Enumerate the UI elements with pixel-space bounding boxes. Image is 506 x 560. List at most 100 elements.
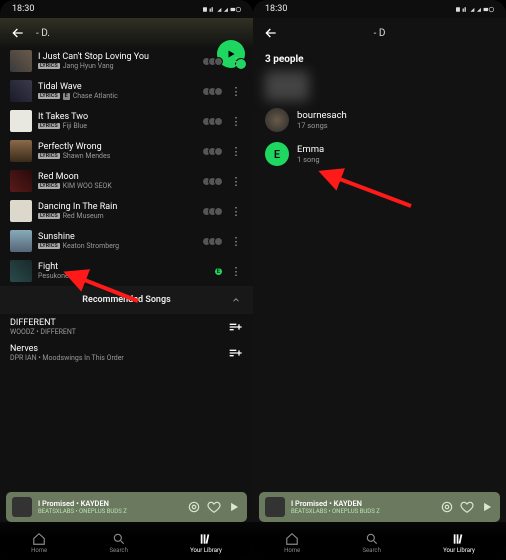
now-playing-art <box>265 497 285 517</box>
album-art <box>10 50 32 72</box>
nav-home[interactable]: Home <box>284 532 300 554</box>
explicit-badge: E <box>63 93 70 100</box>
track-row[interactable]: Dancing In The Rain LYRICS Red Museum ⋮ <box>0 196 253 226</box>
rec-title: Nerves <box>10 344 124 354</box>
now-playing-art <box>12 497 32 517</box>
track-title: Perfectly Wrong <box>38 142 199 152</box>
playlist-title: - D. <box>36 28 243 39</box>
album-art <box>10 230 32 252</box>
more-icon[interactable]: ⋮ <box>229 235 243 248</box>
nav-search[interactable]: Search <box>362 532 380 554</box>
status-bar: 18:30 <box>253 0 506 18</box>
nav-home[interactable]: Home <box>31 532 47 554</box>
track-title: It Takes Two <box>38 112 199 122</box>
person-avatar: E <box>265 142 289 166</box>
contributor-avatars <box>205 87 223 96</box>
track-meta: Pesukone <box>38 272 211 280</box>
person-row[interactable] <box>253 69 506 103</box>
track-title: Sunshine <box>38 232 199 242</box>
more-icon[interactable]: ⋮ <box>229 205 243 218</box>
album-art <box>10 140 32 162</box>
album-art <box>10 110 32 132</box>
now-playing-device: BEATSXLABS • ONEPLUS BUDS Z <box>291 508 434 515</box>
person-avatar <box>265 71 309 101</box>
modal-title: - D <box>289 28 470 39</box>
track-title: Tidal Wave <box>38 82 199 92</box>
lyrics-badge: LYRICS <box>38 183 60 189</box>
back-icon[interactable] <box>10 25 26 41</box>
track-title: Dancing In The Rain <box>38 202 199 212</box>
track-row[interactable]: Sunshine LYRICS Keaton Stromberg ⋮ <box>0 226 253 256</box>
track-row[interactable]: Perfectly Wrong LYRICS Shawn Mendes ⋮ <box>0 136 253 166</box>
nav-search[interactable]: Search <box>109 532 127 554</box>
status-icons <box>456 5 494 14</box>
lyrics-badge: LYRICS <box>38 213 60 219</box>
recommended-row[interactable]: DIFFERENT WOODZ • DIFFERENT <box>0 314 253 340</box>
track-title: I Just Can't Stop Loving You <box>38 52 199 62</box>
more-icon[interactable]: ⋮ <box>229 175 243 188</box>
now-playing-bar[interactable]: I Promised • KAYDEN BEATSXLABS • ONEPLUS… <box>6 492 247 522</box>
devices-icon[interactable] <box>440 500 454 514</box>
nav-library[interactable]: Your Library <box>190 532 222 554</box>
album-art <box>10 170 32 192</box>
more-icon[interactable]: ⋮ <box>229 115 243 128</box>
bottom-nav: Home Search Your Library <box>0 522 253 560</box>
nav-label: Your Library <box>190 547 222 554</box>
contributor-avatars <box>205 117 223 126</box>
track-row[interactable]: Fight Pesukone E ⋮ <box>0 256 253 286</box>
rec-sub: DPR IAN • Moodswings In This Order <box>10 354 124 362</box>
add-to-queue-icon[interactable] <box>227 345 243 361</box>
lyrics-badge: LYRICS <box>38 153 60 159</box>
annotation-arrow <box>329 172 419 212</box>
recommended-title: Recommended Songs <box>82 295 170 305</box>
contributor-avatars <box>205 177 223 186</box>
album-art <box>10 80 32 102</box>
bottom-nav: Home Search Your Library <box>253 522 506 560</box>
rec-title: DIFFERENT <box>10 318 76 328</box>
play-icon[interactable] <box>480 500 494 514</box>
nav-label: Home <box>31 547 47 554</box>
nav-label: Search <box>362 547 380 554</box>
person-sub: 1 song <box>297 155 324 164</box>
track-row[interactable]: Tidal Wave LYRICS E Chase Atlantic ⋮ <box>0 76 253 106</box>
lyrics-badge: LYRICS <box>38 123 60 129</box>
recommended-row[interactable]: Nerves DPR IAN • Moodswings In This Orde… <box>0 340 253 366</box>
now-playing-title: I Promised • KAYDEN <box>38 499 181 508</box>
contributor-avatars <box>205 237 223 246</box>
now-playing-bar[interactable]: I Promised • KAYDEN BEATSXLABS • ONEPLUS… <box>259 492 500 522</box>
recommended-header[interactable]: Recommended Songs <box>0 286 253 314</box>
person-row[interactable]: bournesach 17 songs <box>253 103 506 137</box>
status-icons <box>203 5 241 14</box>
more-icon[interactable]: ⋮ <box>229 145 243 158</box>
person-name: bournesach <box>297 110 347 121</box>
like-icon[interactable] <box>207 500 221 514</box>
back-icon[interactable] <box>263 25 279 41</box>
nav-library[interactable]: Your Library <box>443 532 475 554</box>
more-icon[interactable]: ⋮ <box>229 265 243 278</box>
album-art <box>10 260 32 282</box>
track-title: Fight <box>38 262 211 272</box>
lyrics-badge: LYRICS <box>38 63 60 69</box>
now-playing-device: BEATSXLABS • ONEPLUS BUDS Z <box>38 508 181 515</box>
track-row[interactable]: I Just Can't Stop Loving You LYRICS Jang… <box>0 46 253 76</box>
contributor-avatars <box>205 57 223 66</box>
play-icon[interactable] <box>227 500 241 514</box>
track-title: Red Moon <box>38 172 199 182</box>
album-art <box>10 200 32 222</box>
add-to-queue-icon[interactable] <box>227 319 243 335</box>
track-row[interactable]: It Takes Two LYRICS Fiji Blue ⋮ <box>0 106 253 136</box>
status-time: 18:30 <box>265 4 287 14</box>
more-icon[interactable]: ⋮ <box>229 85 243 98</box>
devices-icon[interactable] <box>187 500 201 514</box>
now-playing-title: I Promised • KAYDEN <box>291 499 434 508</box>
contributor-badge: E <box>214 267 223 276</box>
more-icon[interactable]: ⋮ <box>229 55 243 68</box>
contributors-screen: 18:30 - D 3 people bournesach 17 songs E… <box>253 0 506 560</box>
like-icon[interactable] <box>460 500 474 514</box>
track-meta: LYRICS Jang Hyun Vang <box>38 62 199 70</box>
track-row[interactable]: Red Moon LYRICS KIM WOO SEOK ⋮ <box>0 166 253 196</box>
person-row[interactable]: E Emma 1 song <box>253 137 506 171</box>
track-meta: LYRICS Keaton Stromberg <box>38 242 199 250</box>
chevron-up-icon <box>231 295 241 305</box>
contributor-avatars <box>205 147 223 156</box>
